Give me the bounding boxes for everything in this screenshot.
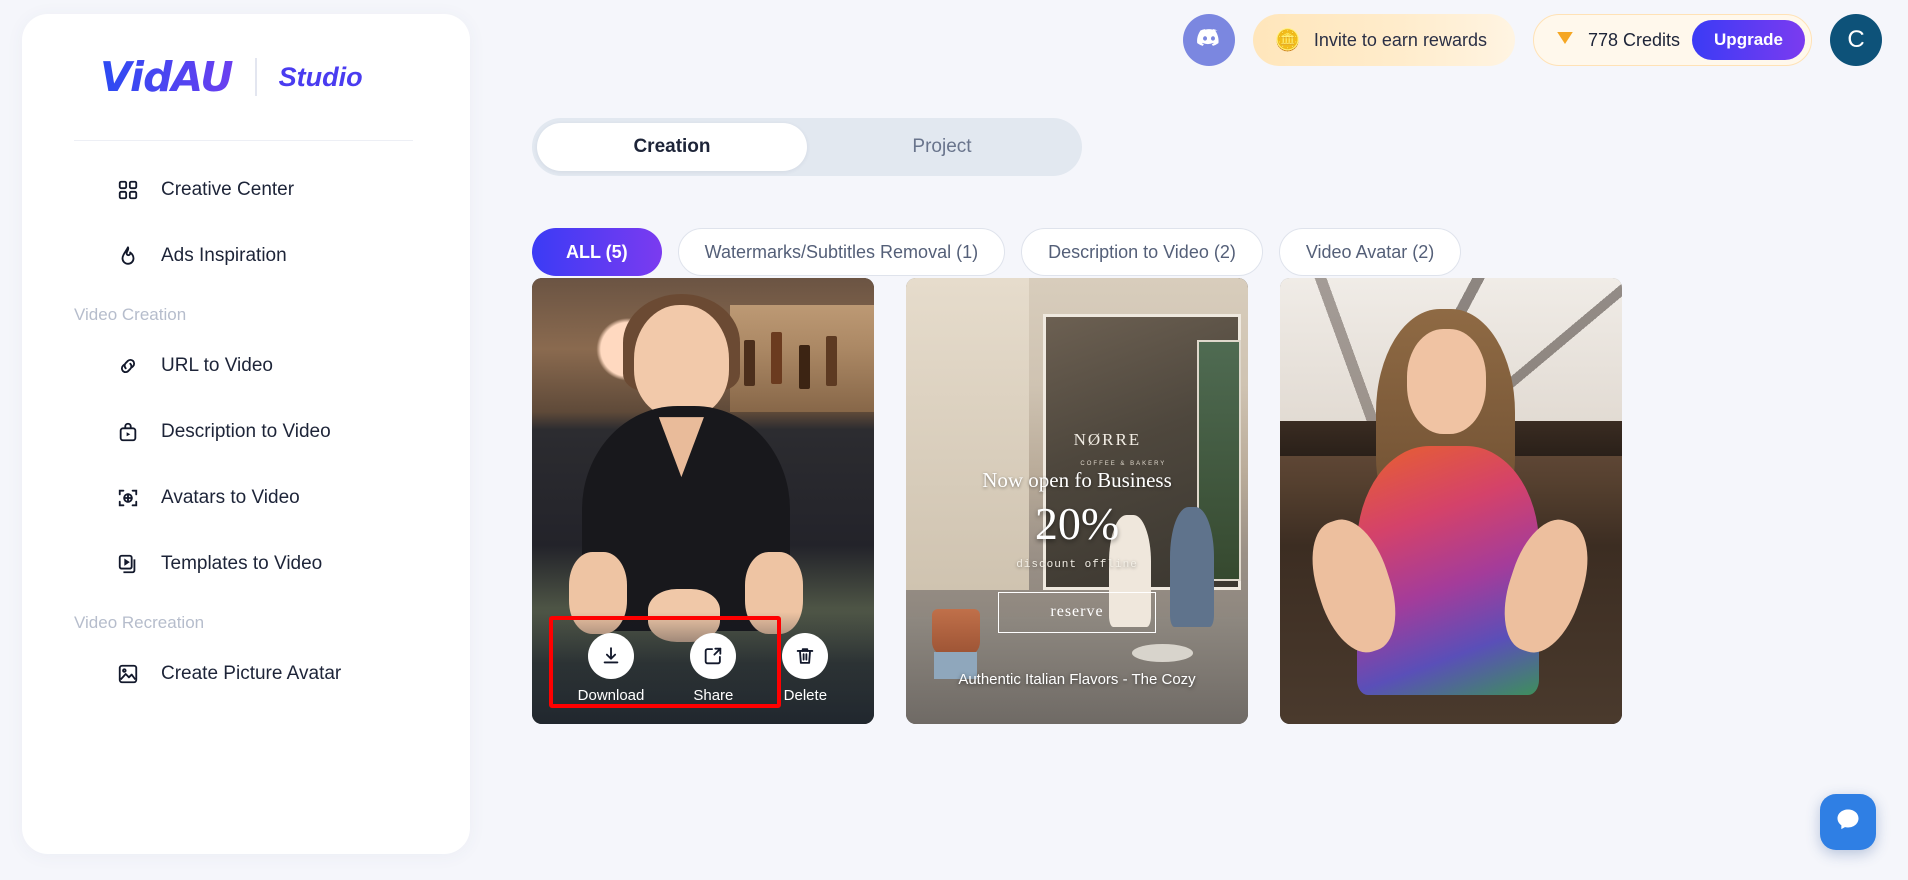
card-thumbnail: NØRRE COFFEE & BAKERY Now open fo Busine… [906, 278, 1248, 724]
sidebar-item-ads-inspiration[interactable]: Ads Inspiration [22, 229, 470, 283]
overlay-brand: NØRRE [1073, 429, 1142, 449]
sidebar-item-label: Avatars to Video [161, 487, 300, 508]
sidebar-item-label: Creative Center [161, 179, 295, 200]
brand-logo: VidAU [100, 53, 234, 101]
sidebar-nav: Creative Center Ads Inspiration Video Cr… [22, 141, 470, 701]
brand-studio-label: Studio [278, 61, 363, 92]
tab-creation[interactable]: Creation [537, 123, 807, 171]
thumbnail-head [633, 304, 729, 418]
flame-icon [116, 244, 140, 268]
sidebar-item-description-to-video[interactable]: Description to Video [22, 405, 470, 459]
overlay-reserve-button: reserve [998, 592, 1156, 633]
sidebar-item-label: Create Picture Avatar [161, 663, 342, 684]
share-icon [690, 632, 737, 679]
thumbnail-table [1131, 643, 1194, 662]
link-icon [116, 354, 140, 378]
download-label: Download [577, 686, 645, 704]
sidebar: VidAU Studio Creative Center Ads Inspira… [22, 14, 470, 854]
delete-button[interactable]: Delete [782, 632, 829, 704]
filter-chip-watermarks-subtitles-removal[interactable]: Watermarks/Subtitles Removal (1) [677, 228, 1006, 276]
card-thumbnail [1280, 278, 1622, 724]
trash-icon [782, 632, 829, 679]
thumbnail-bottle [826, 335, 838, 386]
video-card[interactable] [1280, 278, 1622, 724]
share-label: Share [693, 686, 734, 704]
download-button[interactable]: Download [577, 632, 645, 704]
chat-support-button[interactable] [1820, 794, 1876, 850]
sidebar-item-label: Templates to Video [161, 553, 323, 574]
overlay-footer-caption: Authentic Italian Flavors - The Cozy [958, 671, 1196, 689]
overlay-headline: Now open fo Business [982, 467, 1172, 492]
chat-bubble-icon [1834, 806, 1862, 839]
overlay-percent: 20% [1034, 497, 1120, 549]
brand-header: VidAU Studio [22, 14, 470, 110]
filter-chip-video-avatar[interactable]: Video Avatar (2) [1278, 228, 1462, 276]
tab-project[interactable]: Project [807, 123, 1077, 171]
video-tag-icon [116, 420, 140, 444]
thumbnail-pot [932, 608, 981, 656]
thumbnail-bottle [798, 344, 810, 389]
sidebar-group-video-recreation: Video Recreation [74, 613, 205, 632]
templates-icon [116, 552, 140, 576]
sidebar-item-creative-center[interactable]: Creative Center [22, 163, 470, 217]
download-icon [588, 632, 634, 679]
grid-icon [116, 178, 140, 202]
image-icon [116, 662, 140, 686]
target-avatar-icon [116, 486, 140, 510]
sidebar-item-label: Ads Inspiration [161, 245, 287, 266]
sidebar-item-label: Description to Video [161, 421, 331, 442]
sidebar-item-templates-to-video[interactable]: Templates to Video [22, 537, 470, 591]
sidebar-group-video-creation: Video Creation [74, 305, 187, 324]
brand-separator [254, 58, 257, 96]
overlay-subtext: discount offline [1016, 558, 1138, 571]
share-button[interactable]: Share [690, 632, 737, 704]
filter-chip-all[interactable]: ALL (5) [532, 228, 662, 276]
video-card[interactable]: NØRRE COFFEE & BAKERY Now open fo Busine… [906, 278, 1248, 724]
thumbnail-face [1406, 329, 1486, 434]
sidebar-item-url-to-video[interactable]: URL to Video [22, 339, 470, 393]
filter-chip-row: ALL (5) Watermarks/Subtitles Removal (1)… [532, 228, 1462, 276]
overlay-brand-sub: COFFEE & BAKERY [1080, 460, 1167, 467]
filter-chip-description-to-video[interactable]: Description to Video (2) [1021, 228, 1263, 276]
sidebar-item-label: URL to Video [161, 355, 273, 376]
sidebar-item-create-picture-avatar[interactable]: Create Picture Avatar [22, 647, 470, 701]
video-card[interactable]: Download Share Delete [532, 278, 874, 724]
tab-bar: Creation Project [532, 118, 1082, 176]
video-card-grid: Download Share Delete NØRRE COFFEE & BAK… [532, 278, 1622, 724]
main-content: Creation Project ALL (5) Watermarks/Subt… [470, 0, 1908, 880]
app-root: VidAU Studio Creative Center Ads Inspira… [0, 0, 1908, 880]
card-action-bar: Download Share Delete [532, 612, 874, 724]
sidebar-item-avatars-to-video[interactable]: Avatars to Video [22, 471, 470, 525]
thumbnail-person [1298, 309, 1601, 710]
delete-label: Delete [783, 686, 828, 704]
